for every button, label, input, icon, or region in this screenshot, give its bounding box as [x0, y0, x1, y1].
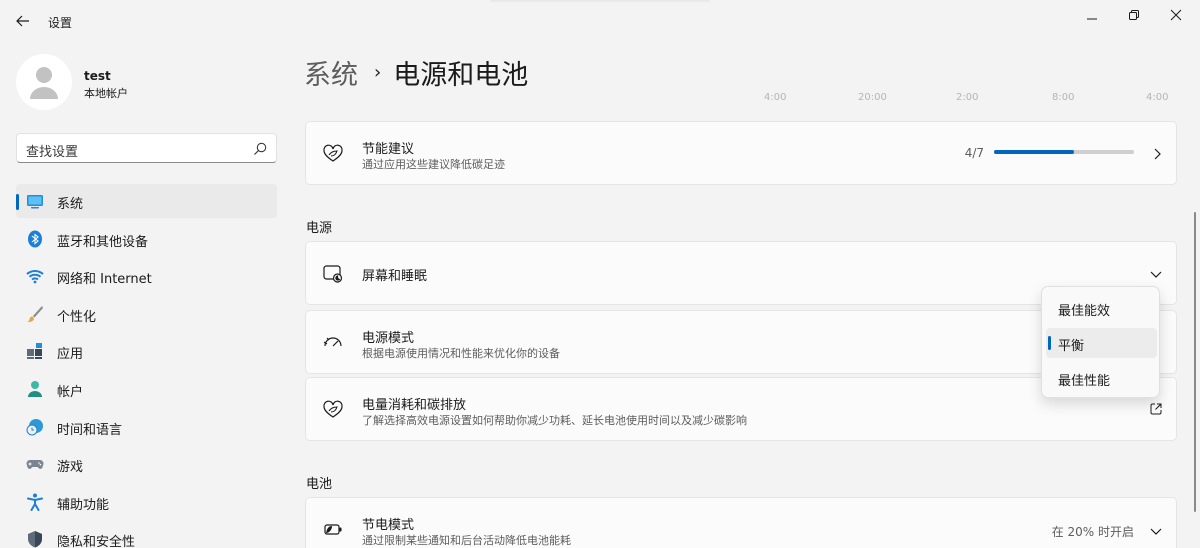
search-input[interactable]: 查找设置	[16, 133, 277, 163]
system-icon	[27, 195, 43, 209]
chevron-down-icon[interactable]	[1150, 526, 1162, 536]
battery-saver-card[interactable]: 节电模式 通过限制某些通知和后台活动降低电池能耗 在 20% 时开启	[305, 497, 1177, 548]
axis-tick-label: 8:00	[1052, 92, 1075, 103]
user-name: test	[84, 69, 111, 83]
app-title: 设置	[48, 16, 73, 30]
sidebar-nav: 系统 蓝牙和其他设备 网络和 Internet 个性化 应用 帐户 时间和语言 …	[16, 184, 277, 548]
sidebar-item-system[interactable]: 系统	[16, 184, 277, 218]
leaf-heart-icon	[323, 144, 343, 162]
sidebar-item-label: 辅助功能	[57, 497, 110, 513]
breadcrumb: 系统 › 电源和电池	[304, 52, 528, 92]
avatar	[16, 54, 72, 110]
back-button[interactable]	[12, 10, 34, 32]
gamepad-icon	[26, 460, 44, 470]
power-mode-dropdown: 最佳能效 平衡 最佳性能	[1041, 286, 1160, 398]
breadcrumb-parent[interactable]: 系统	[304, 53, 358, 92]
chart-axis-fragment: 4:00 20:00 2:00 8:00 4:00	[760, 92, 1180, 103]
section-title-power: 电源	[306, 221, 333, 236]
battery-saver-threshold: 在 20% 时开启	[1051, 525, 1134, 539]
breadcrumb-separator: ›	[374, 61, 382, 83]
progress-fill	[994, 150, 1074, 154]
globe-clock-icon	[26, 418, 43, 436]
card-subtitle: 根据电源使用情况和性能来优化你的设备	[362, 347, 560, 360]
search-icon[interactable]	[253, 142, 267, 156]
user-profile[interactable]: test 本地帐户	[16, 54, 256, 110]
sidebar-item-label: 系统	[57, 197, 84, 212]
sidebar-item-label: 个性化	[57, 309, 97, 325]
sidebar-item-gaming[interactable]: 游戏	[16, 447, 277, 481]
card-subtitle: 通过应用这些建议降低碳足迹	[362, 158, 505, 171]
accessibility-icon	[27, 493, 43, 511]
maximize-button[interactable]	[1114, 4, 1154, 26]
minimize-icon	[1087, 18, 1097, 20]
axis-tick-label: 20:00	[858, 92, 887, 103]
sidebar-item-accounts[interactable]: 帐户	[16, 372, 277, 406]
dropdown-option-best-efficiency[interactable]: 最佳能效	[1046, 293, 1157, 323]
battery-saver-icon	[324, 524, 342, 535]
bluetooth-icon	[28, 230, 42, 248]
recommendations-progress-bar	[994, 150, 1134, 154]
chevron-right-icon[interactable]	[1152, 148, 1162, 160]
arrow-left-icon	[16, 15, 29, 27]
minimize-button[interactable]	[1072, 4, 1112, 26]
card-subtitle: 通过限制某些通知和后台活动降低电池能耗	[362, 534, 571, 547]
title-bar: 设置	[0, 0, 1200, 44]
active-indicator	[16, 194, 19, 210]
section-title-battery: 电池	[306, 477, 333, 492]
sidebar-item-time-language[interactable]: 时间和语言	[16, 410, 277, 444]
chevron-down-icon[interactable]	[1150, 269, 1162, 279]
sidebar-item-privacy[interactable]: 隐私和安全性	[16, 522, 277, 548]
axis-tick-label: 4:00	[764, 92, 787, 103]
sidebar-item-accessibility[interactable]: 辅助功能	[16, 485, 277, 519]
account-icon	[28, 380, 42, 397]
axis-tick-label: 4:00	[1146, 92, 1169, 103]
external-link-icon[interactable]	[1150, 403, 1162, 415]
scrollbar[interactable]	[1194, 212, 1196, 512]
sidebar-item-apps[interactable]: 应用	[16, 334, 277, 368]
power-mode-gauge-icon	[323, 337, 342, 347]
option-label: 平衡	[1058, 339, 1085, 354]
sidebar-item-label: 网络和 Internet	[57, 272, 152, 288]
top-edge-shadow	[490, 0, 710, 3]
leaf-heart-icon	[323, 400, 343, 418]
selected-indicator	[1048, 336, 1051, 350]
search-placeholder: 查找设置	[26, 145, 79, 160]
sidebar-item-label: 蓝牙和其他设备	[57, 234, 149, 250]
close-button[interactable]	[1156, 4, 1196, 26]
energy-recommendations-card[interactable]: 节能建议 通过应用这些建议降低碳足迹 4/7	[305, 121, 1177, 185]
sidebar-item-label: 隐私和安全性	[57, 535, 136, 548]
brush-icon	[27, 305, 43, 322]
sidebar-item-network[interactable]: 网络和 Internet	[16, 259, 277, 293]
apps-icon	[27, 343, 42, 360]
dropdown-option-balanced[interactable]: 平衡	[1046, 328, 1157, 358]
sidebar-item-label: 时间和语言	[57, 422, 123, 438]
option-label: 最佳性能	[1058, 374, 1111, 389]
screen-sleep-icon	[323, 265, 343, 283]
page-title: 电源和电池	[393, 59, 529, 91]
restore-icon	[1129, 10, 1139, 20]
sidebar-item-bluetooth[interactable]: 蓝牙和其他设备	[16, 222, 277, 256]
recommendations-count: 4/7	[964, 146, 984, 160]
dropdown-option-best-performance[interactable]: 最佳性能	[1046, 363, 1157, 393]
person-icon	[30, 67, 58, 99]
card-title: 节电模式	[362, 518, 415, 533]
account-type: 本地帐户	[84, 87, 128, 100]
card-title: 节能建议	[362, 142, 415, 157]
card-title: 屏幕和睡眠	[362, 269, 428, 284]
card-subtitle: 了解选择高效电源设置如何帮助你减少功耗、延长电池使用时间以及减少碳影响	[362, 414, 747, 427]
wifi-icon	[26, 270, 44, 284]
sidebar-item-label: 应用	[57, 347, 84, 363]
card-title: 电源模式	[362, 331, 415, 346]
close-icon	[1170, 9, 1182, 21]
card-title: 电量消耗和碳排放	[362, 398, 467, 413]
sidebar-item-personalization[interactable]: 个性化	[16, 297, 277, 331]
sidebar-item-label: 游戏	[57, 460, 84, 476]
option-label: 最佳能效	[1058, 304, 1111, 319]
axis-tick-label: 2:00	[956, 92, 979, 103]
sidebar-item-label: 帐户	[57, 384, 84, 400]
shield-icon	[28, 531, 42, 548]
